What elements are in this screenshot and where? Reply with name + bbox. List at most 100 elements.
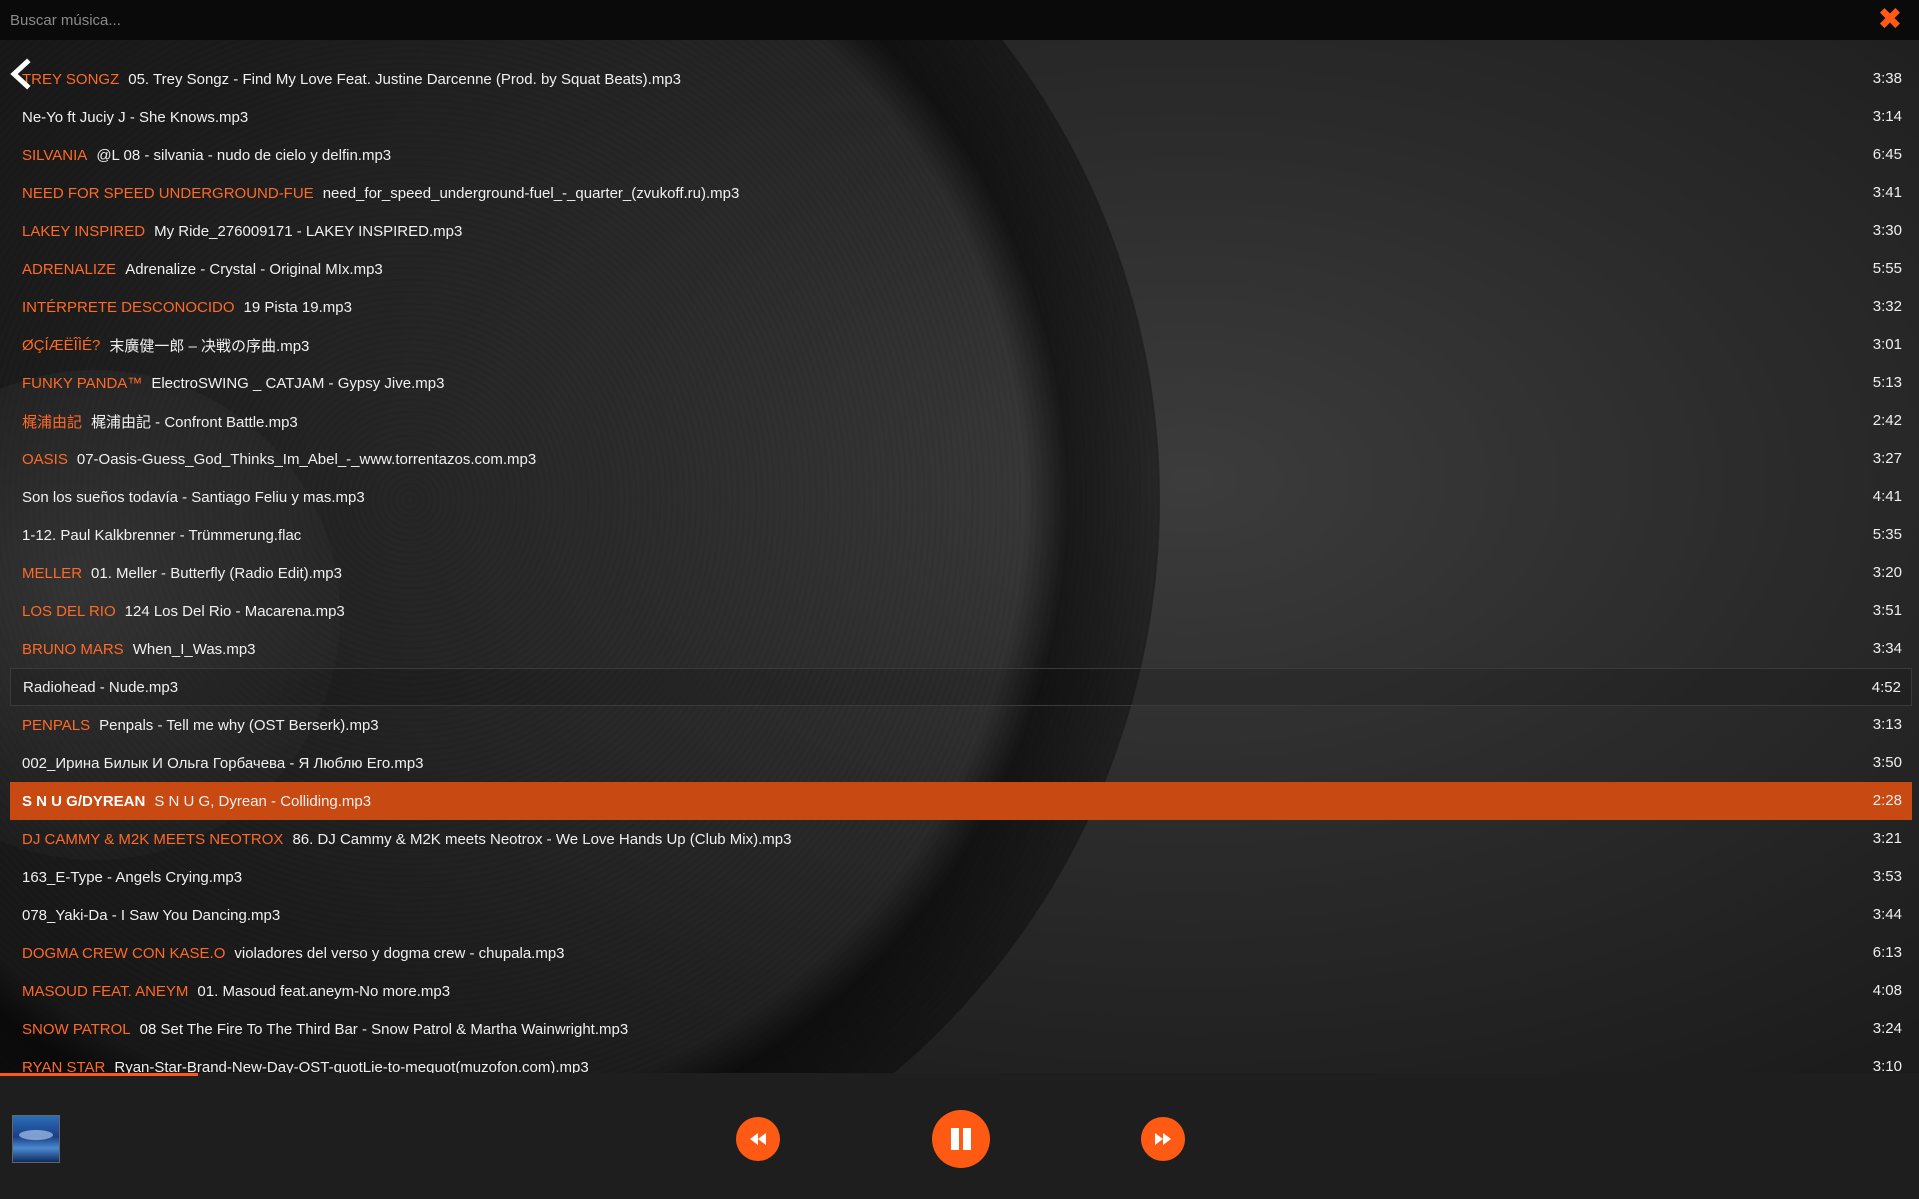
track-duration: 3:34 <box>1872 640 1902 657</box>
track-duration: 6:13 <box>1872 944 1902 961</box>
track-duration: 3:10 <box>1872 1058 1902 1073</box>
track-row[interactable]: 梶浦由記 梶浦由記 - Confront Battle.mp3 2:42 <box>10 402 1912 440</box>
close-button[interactable]: ✖ <box>1877 5 1903 35</box>
pause-icon <box>951 1128 971 1150</box>
track-row[interactable]: 163_E-Type - Angels Crying.mp3 3:53 <box>10 858 1912 896</box>
track-artist: SILVANIA <box>22 146 88 164</box>
track-row[interactable]: RYAN STAR Ryan-Star-Brand-New-Day-OST-quo… <box>10 1048 1912 1073</box>
track-title: S N U G, Dyrean - Colliding.mp3 <box>154 792 372 810</box>
track-duration: 4:52 <box>1871 679 1901 696</box>
track-row[interactable]: Ne-Yo ft Juciy J - She Knows.mp3 3:14 <box>10 98 1912 136</box>
track-artist: S N U G/DYREAN <box>22 792 146 810</box>
track-duration: 5:13 <box>1872 374 1902 391</box>
track-artist: LAKEY INSPIRED <box>22 222 146 240</box>
track-artist: INTÉRPRETE DESCONOCIDO <box>22 298 235 316</box>
track-title: 07-Oasis-Guess_God_Thinks_Im_Abel_-_www.… <box>76 450 537 468</box>
track-duration: 3:51 <box>1872 602 1902 619</box>
track-artist: NEED FOR SPEED UNDERGROUND-FUE <box>22 184 314 202</box>
track-row[interactable]: 002_Ирина Билык И Ольга Горбачева - Я Лю… <box>10 744 1912 782</box>
track-row[interactable]: BRUNO MARS When_I_Was.mp3 3:34 <box>10 630 1912 668</box>
track-title: 078_Yaki-Da - I Saw You Dancing.mp3 <box>22 906 281 924</box>
album-art-thumbnail[interactable] <box>12 1115 60 1163</box>
track-duration: 3:21 <box>1872 830 1902 847</box>
track-title: Ne-Yo ft Juciy J - She Knows.mp3 <box>22 108 249 126</box>
track-row[interactable]: NEED FOR SPEED UNDERGROUND-FUE need_for_s… <box>10 174 1912 212</box>
music-player-app: ✖ TREY SONGZ 05. Trey Songz - Find My Lov… <box>0 0 1919 1199</box>
progress-fill <box>0 1073 198 1076</box>
track-duration: 4:08 <box>1872 982 1902 999</box>
track-duration: 5:55 <box>1872 260 1902 277</box>
track-artist: FUNKY PANDA™ <box>22 374 143 392</box>
track-artist: MASOUD FEAT. ANEYM <box>22 982 189 1000</box>
track-row[interactable]: TREY SONGZ 05. Trey Songz - Find My Love … <box>10 60 1912 98</box>
track-title: When_I_Was.mp3 <box>132 640 256 658</box>
track-artist: TREY SONGZ <box>22 70 120 88</box>
track-row[interactable]: S N U G/DYREAN S N U G, Dyrean - Collidin… <box>10 782 1912 820</box>
track-duration: 3:27 <box>1872 450 1902 467</box>
track-row[interactable]: LOS DEL RIO 124 Los Del Rio - Macarena.mp… <box>10 592 1912 630</box>
track-duration: 3:44 <box>1872 906 1902 923</box>
track-title: 1-12. Paul Kalkbrenner - Trümmerung.flac <box>22 526 302 544</box>
track-duration: 3:41 <box>1872 184 1902 201</box>
search-bar: ✖ <box>0 0 1919 40</box>
track-title: 08 Set The Fire To The Third Bar - Snow … <box>139 1020 629 1038</box>
fast-forward-icon <box>1155 1133 1171 1145</box>
track-title: Adrenalize - Crystal - Original MIx.mp3 <box>125 260 383 278</box>
track-title: 01. Masoud feat.aneym-No more.mp3 <box>197 982 451 1000</box>
track-row[interactable]: 078_Yaki-Da - I Saw You Dancing.mp3 3:44 <box>10 896 1912 934</box>
track-row[interactable]: 1-12. Paul Kalkbrenner - Trümmerung.flac… <box>10 516 1912 554</box>
track-duration: 3:53 <box>1872 868 1902 885</box>
track-row[interactable]: INTÉRPRETE DESCONOCIDO 19 Pista 19.mp3 3:3… <box>10 288 1912 326</box>
track-title: Ryan-Star-Brand-New-Day-OST-quotLie-to-m… <box>114 1058 589 1074</box>
track-artist: PENPALS <box>22 716 91 734</box>
track-row[interactable]: ADRENALIZE Adrenalize - Crystal - Origina… <box>10 250 1912 288</box>
track-title: 05. Trey Songz - Find My Love Feat. Just… <box>128 70 682 88</box>
album-art-image <box>19 1130 53 1140</box>
track-duration: 3:50 <box>1872 754 1902 771</box>
track-title: Radiohead - Nude.mp3 <box>23 678 179 696</box>
track-title: ElectroSWING _ CATJAM - Gypsy Jive.mp3 <box>151 374 445 392</box>
track-title: Son los sueños todavía - Santiago Feliu … <box>22 488 365 506</box>
track-row[interactable]: DJ CAMMY & M2K MEETS NEOTROX 86. DJ Cammy… <box>10 820 1912 858</box>
track-artist: ADRENALIZE <box>22 260 117 278</box>
track-row[interactable]: Son los sueños todavía - Santiago Feliu … <box>10 478 1912 516</box>
progress-bar[interactable] <box>0 1073 1919 1077</box>
track-row[interactable]: SNOW PATROL 08 Set The Fire To The Third … <box>10 1010 1912 1048</box>
back-button[interactable] <box>8 58 34 90</box>
track-title: 163_E-Type - Angels Crying.mp3 <box>22 868 243 886</box>
play-pause-button[interactable] <box>932 1110 990 1168</box>
track-duration: 2:28 <box>1872 792 1902 809</box>
track-row[interactable]: DOGMA CREW CON KASE.O violadores del vers… <box>10 934 1912 972</box>
track-title: 86. DJ Cammy & M2K meets Neotrox - We Lo… <box>292 830 792 848</box>
track-title: My Ride_276009171 - LAKEY INSPIRED.mp3 <box>154 222 463 240</box>
track-row[interactable]: Radiohead - Nude.mp3 4:52 <box>10 668 1912 706</box>
track-duration: 3:30 <box>1872 222 1902 239</box>
next-track-button[interactable] <box>1141 1117 1185 1161</box>
search-input[interactable] <box>4 6 1816 34</box>
track-title: 末廣健一郎 – 决戦の序曲.mp3 <box>109 337 310 355</box>
track-title: need_for_speed_underground-fuel_-_quarte… <box>322 184 740 202</box>
track-title: 梶浦由記 - Confront Battle.mp3 <box>91 413 298 431</box>
track-title: violadores del verso y dogma crew - chup… <box>234 944 565 962</box>
track-row[interactable]: PENPALS Penpals - Tell me why (OST Berser… <box>10 706 1912 744</box>
track-row[interactable]: LAKEY INSPIRED My Ride_276009171 - LAKEY … <box>10 212 1912 250</box>
track-row[interactable]: OASIS 07-Oasis-Guess_God_Thinks_Im_Abel_-… <box>10 440 1912 478</box>
track-title: 01. Meller - Butterfly (Radio Edit).mp3 <box>91 564 342 582</box>
track-artist: DJ CAMMY & M2K MEETS NEOTROX <box>22 830 284 848</box>
track-artist: LOS DEL RIO <box>22 602 116 620</box>
previous-track-button[interactable] <box>736 1117 780 1161</box>
track-title: 124 Los Del Rio - Macarena.mp3 <box>124 602 345 620</box>
track-row[interactable]: ØÇÍÆËÎÌÉ? 末廣健一郎 – 决戦の序曲.mp3 3:01 <box>10 326 1912 364</box>
track-title: 19 Pista 19.mp3 <box>243 298 352 316</box>
track-duration: 3:14 <box>1872 108 1902 125</box>
track-title: @L 08 - silvania - nudo de cielo y delfi… <box>96 146 392 164</box>
track-duration: 3:01 <box>1872 336 1902 353</box>
track-row[interactable]: SILVANIA @L 08 - silvania - nudo de cielo… <box>10 136 1912 174</box>
track-duration: 2:42 <box>1872 412 1902 429</box>
track-row[interactable]: MELLER 01. Meller - Butterfly (Radio Edit… <box>10 554 1912 592</box>
track-duration: 3:20 <box>1872 564 1902 581</box>
track-row[interactable]: FUNKY PANDA™ ElectroSWING _ CATJAM - Gyps… <box>10 364 1912 402</box>
track-artist: DOGMA CREW CON KASE.O <box>22 944 226 962</box>
track-row[interactable]: MASOUD FEAT. ANEYM 01. Masoud feat.aneym-… <box>10 972 1912 1010</box>
chevron-left-icon <box>10 58 31 90</box>
